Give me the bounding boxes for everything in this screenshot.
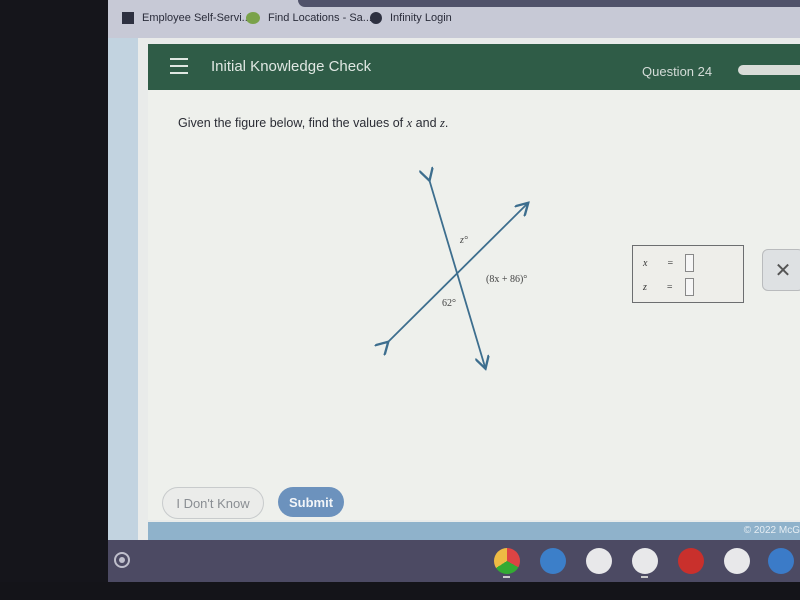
bezel-bottom bbox=[0, 582, 800, 600]
question-number: Question 24 bbox=[642, 64, 713, 79]
launcher-icon[interactable] bbox=[114, 552, 130, 568]
dont-know-button[interactable]: I Don't Know bbox=[162, 487, 264, 519]
gmail-icon[interactable] bbox=[586, 548, 612, 574]
web-page: Initial Knowledge Check Question 24 Give… bbox=[108, 38, 800, 546]
os-shelf bbox=[108, 540, 800, 582]
bookmark-label: Employee Self-Servi... bbox=[142, 12, 251, 24]
play-store-icon[interactable] bbox=[724, 548, 750, 574]
messages-icon[interactable] bbox=[768, 548, 794, 574]
bookmark-find-locations[interactable]: Find Locations - Sa... bbox=[246, 12, 372, 24]
page-footer: © 2022 McG bbox=[148, 522, 800, 540]
progress-bar bbox=[738, 65, 800, 75]
label-62: 62° bbox=[442, 298, 456, 309]
close-icon: ✕ bbox=[774, 259, 792, 282]
question-panel: Given the figure below, find the values … bbox=[148, 90, 800, 520]
answer-row-x: x = bbox=[643, 254, 695, 272]
address-bar-edge bbox=[298, 0, 800, 7]
label-expression: (8x + 86)° bbox=[486, 274, 527, 285]
running-indicator bbox=[503, 576, 510, 578]
docs-icon[interactable] bbox=[632, 548, 658, 574]
running-indicator bbox=[641, 576, 648, 578]
copyright-text: © 2022 McG bbox=[743, 525, 800, 536]
answer-row-z: z = bbox=[643, 278, 694, 296]
equals-sign: = bbox=[667, 257, 674, 269]
bookmark-employee-self-service[interactable]: Employee Self-Servi... bbox=[122, 12, 251, 24]
z-input[interactable] bbox=[684, 278, 694, 296]
x-input[interactable] bbox=[685, 254, 695, 272]
submit-button[interactable]: Submit bbox=[278, 487, 344, 517]
files-icon[interactable] bbox=[540, 548, 566, 574]
sd-logo-icon bbox=[246, 12, 260, 24]
bezel bbox=[0, 0, 108, 600]
chrome-icon[interactable] bbox=[494, 548, 520, 574]
square-logo-icon bbox=[122, 12, 134, 24]
bookmark-label: Find Locations - Sa... bbox=[268, 12, 372, 24]
angle-figure: z° (8x + 86)° 62° bbox=[148, 90, 800, 520]
answer-var-x: x bbox=[643, 257, 648, 269]
hamburger-menu-icon[interactable] bbox=[170, 58, 188, 74]
bookmark-infinity-login[interactable]: Infinity Login bbox=[370, 12, 452, 24]
quiz-header: Initial Knowledge Check Question 24 bbox=[148, 44, 800, 90]
bookmark-label: Infinity Login bbox=[390, 12, 452, 24]
page-left-margin bbox=[108, 38, 138, 546]
page-title: Initial Knowledge Check bbox=[211, 58, 372, 75]
answer-box: x = z = bbox=[632, 245, 744, 303]
close-button[interactable]: ✕ bbox=[762, 249, 800, 291]
bookmarks-bar: Employee Self-Servi... Find Locations - … bbox=[108, 0, 800, 38]
youtube-icon[interactable] bbox=[678, 548, 704, 574]
globe-icon bbox=[370, 12, 382, 24]
equals-sign: = bbox=[666, 281, 673, 293]
screen: Employee Self-Servi... Find Locations - … bbox=[0, 0, 800, 600]
answer-var-z: z bbox=[643, 281, 647, 293]
label-z: z° bbox=[459, 235, 468, 246]
